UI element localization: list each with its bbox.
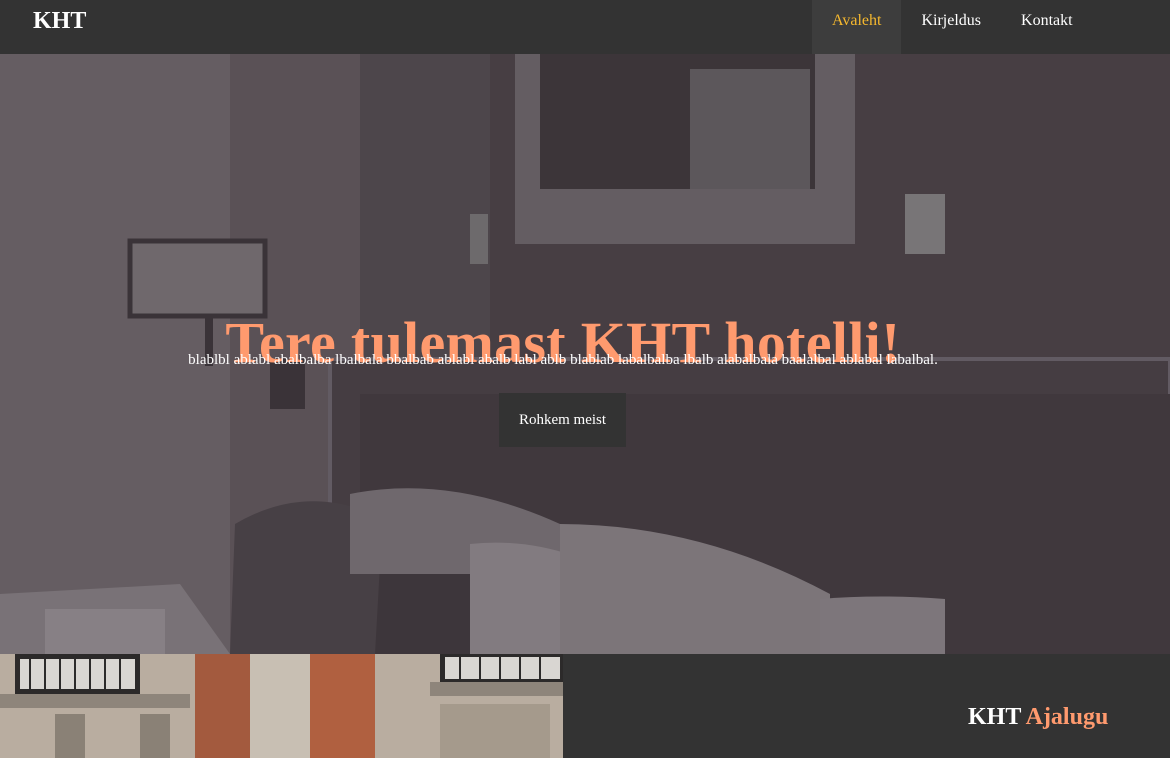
more-about-us-button[interactable]: Rohkem meist [499,393,626,447]
history-building-image [0,654,563,758]
nav-item-avaleht[interactable]: Avaleht [812,0,902,54]
hero-section: Tere tulemast KHT hotelli! blablbl ablab… [0,54,1170,654]
nav-item-kirjeldus[interactable]: Kirjeldus [901,0,1001,54]
brand-logo[interactable]: KHT [33,8,86,35]
history-panel: KHT Ajalugu [563,654,1170,758]
hero-description: blablbl ablabl abalbalba lbalbala bbalba… [188,352,938,368]
nav-menu: Avaleht Kirjeldus Kontakt [812,0,1093,54]
history-title: KHT Ajalugu [968,704,1108,731]
nav-item-kontakt[interactable]: Kontakt [1001,0,1093,54]
history-title-brand: KHT [968,704,1021,730]
top-navbar: KHT Avaleht Kirjeldus Kontakt [0,0,1170,54]
building-facade-image [0,654,563,758]
history-title-accent: Ajalugu [1025,704,1109,730]
